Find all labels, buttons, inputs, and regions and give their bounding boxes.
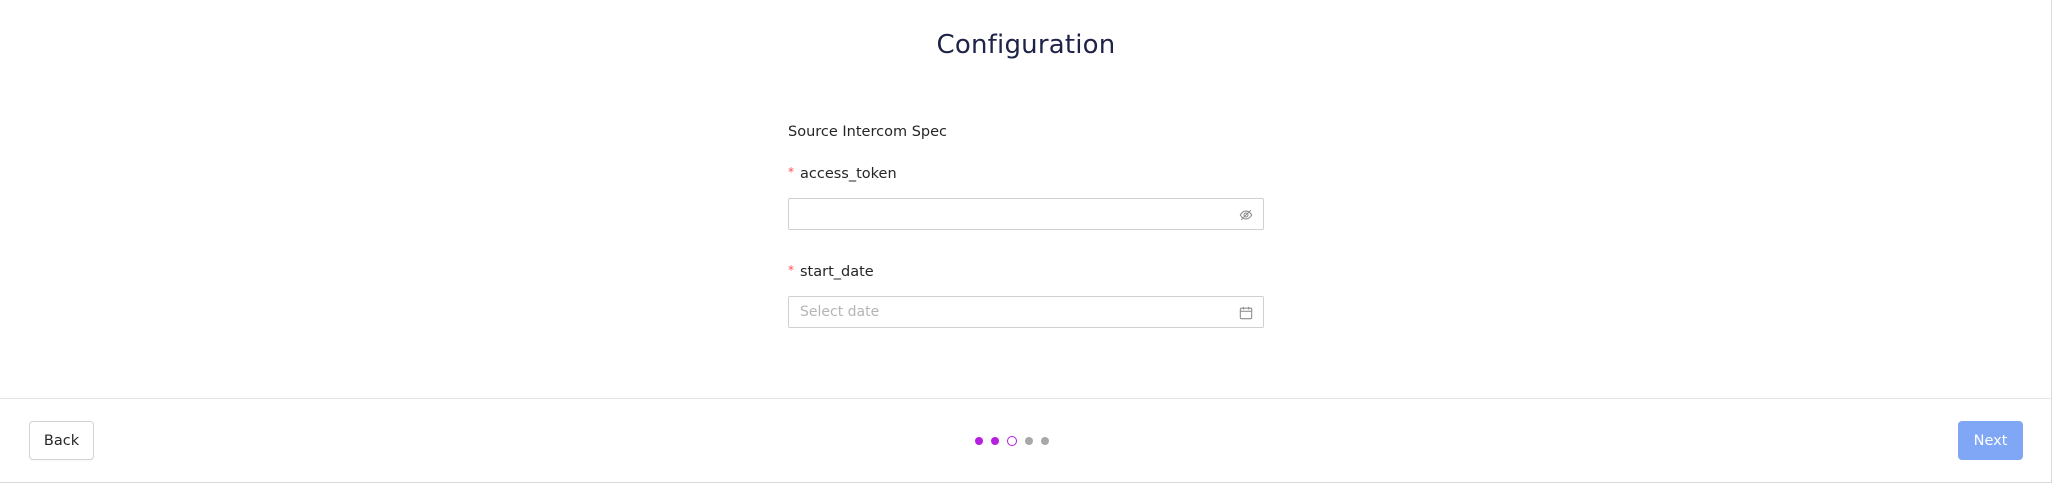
page-title: Configuration	[936, 30, 1116, 60]
section-title: Source Intercom Spec	[788, 124, 948, 140]
footer-divider	[0, 398, 2052, 399]
step-dot-3-current	[1007, 436, 1017, 446]
start-date-label-text: start_date	[800, 264, 874, 280]
wizard-page: Configuration Source Intercom Spec * acce…	[0, 0, 2052, 483]
step-indicator	[975, 436, 1049, 446]
access-token-input[interactable]	[800, 199, 1220, 229]
access-token-label: * access_token	[788, 160, 1264, 184]
step-dot-5	[1041, 437, 1049, 445]
back-button[interactable]: Back	[29, 421, 94, 460]
required-marker: *	[788, 165, 794, 179]
start-date-input[interactable]	[800, 297, 1220, 327]
step-dot-2	[991, 437, 999, 445]
next-button[interactable]: Next	[1958, 421, 2023, 460]
access-token-field[interactable]	[788, 198, 1264, 230]
start-date-label: * start_date	[788, 258, 1264, 282]
configuration-form: Source Intercom Spec * access_token * star…	[788, 120, 1264, 328]
start-date-field[interactable]	[788, 296, 1264, 328]
required-marker: *	[788, 263, 794, 277]
access-token-label-text: access_token	[800, 166, 897, 182]
calendar-icon[interactable]	[1239, 305, 1253, 320]
eye-invisible-icon[interactable]	[1239, 207, 1253, 221]
step-dot-4	[1025, 437, 1033, 445]
step-dot-1	[975, 437, 983, 445]
